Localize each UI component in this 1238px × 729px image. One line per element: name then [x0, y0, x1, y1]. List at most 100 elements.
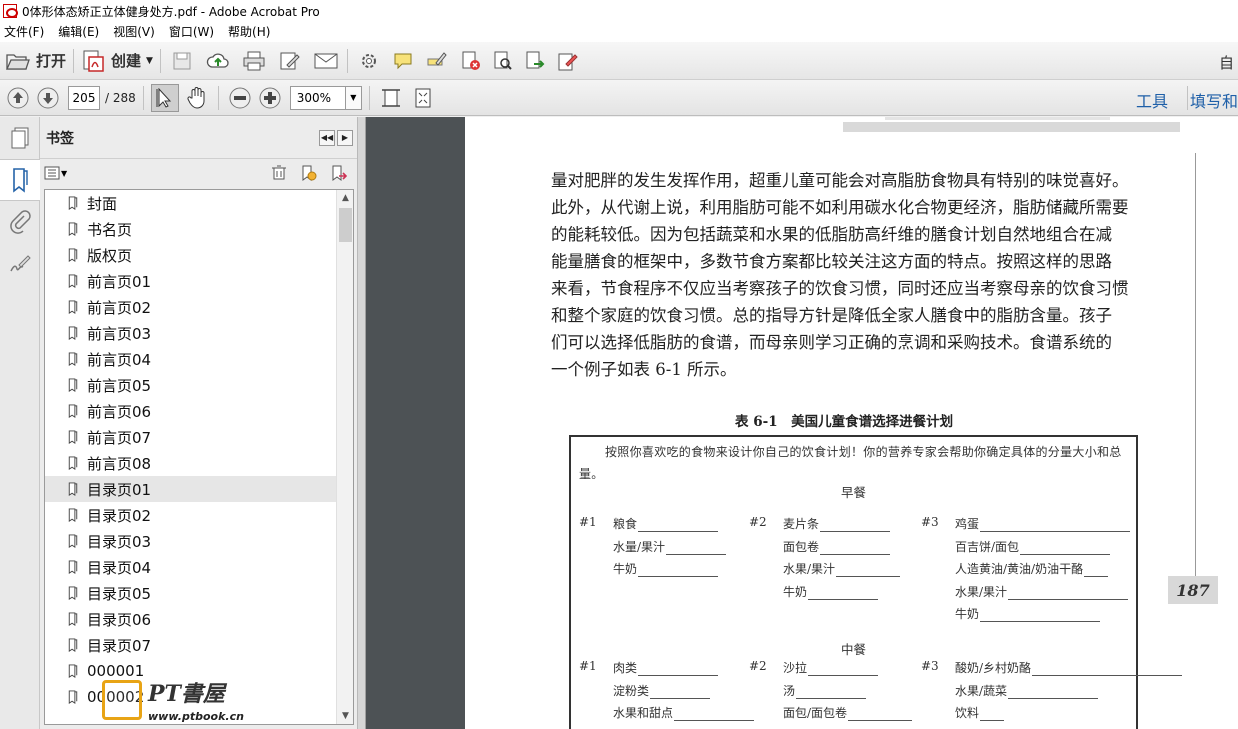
create-button[interactable]: 创建 ▼	[81, 46, 153, 76]
separator	[142, 85, 144, 110]
export-button[interactable]	[521, 47, 549, 75]
bookmark-item[interactable]: 版权页	[45, 242, 353, 268]
signatures-button[interactable]	[0, 243, 40, 285]
delete-pages-button[interactable]	[457, 47, 485, 75]
zoom-in-button[interactable]	[256, 84, 284, 112]
bookmark-item[interactable]: 目录页02	[45, 502, 353, 528]
bookmark-icon	[68, 585, 78, 600]
expand-panel-button[interactable]: ▶	[337, 129, 353, 146]
scroll-up-icon[interactable]: ▲	[337, 190, 353, 206]
header-rule	[843, 122, 1180, 132]
food-field: 饮料	[955, 704, 1005, 721]
previous-page-button[interactable]	[4, 84, 32, 112]
bookmark-icon	[68, 351, 78, 366]
bookmarks-panel: 书签 ◀◀ ▶ ▼ 封面 书名页 版权页 前言页01 前言页02 前言页03 前言页04 前言…	[40, 117, 358, 729]
menu-window[interactable]: 窗口(W)	[162, 22, 221, 42]
create-pdf-icon	[83, 50, 104, 72]
food-label: 粮食	[613, 517, 638, 531]
blank-line	[808, 664, 879, 676]
bookmark-label: 前言页06	[87, 402, 152, 421]
bookmark-icon	[68, 611, 78, 626]
bookmarks-button[interactable]	[0, 159, 40, 201]
separator	[159, 48, 161, 73]
food-label: 汤	[783, 683, 796, 698]
bookmark-icon	[68, 481, 78, 496]
bookmark-item[interactable]: 前言页08	[45, 450, 353, 476]
trash-icon[interactable]	[271, 164, 287, 180]
food-label: 牛奶	[955, 607, 980, 621]
highlight-button[interactable]	[423, 47, 451, 75]
bookmark-icon	[68, 325, 78, 340]
food-label: 肉类	[613, 661, 638, 675]
panel-tools: ▼	[40, 159, 357, 187]
next-page-button[interactable]	[34, 84, 62, 112]
bookmark-item[interactable]: 前言页06	[45, 398, 353, 424]
pages-icon	[11, 127, 29, 149]
blank-line	[638, 664, 719, 676]
bookmark-options-button[interactable]: ▼	[44, 166, 67, 180]
sign-button[interactable]	[553, 47, 581, 75]
save-button[interactable]	[168, 47, 196, 75]
fit-page-button[interactable]	[409, 84, 437, 112]
bookmark-item[interactable]: 目录页03	[45, 528, 353, 554]
expand-bookmark-icon[interactable]	[329, 164, 347, 182]
page-thumbnails-button[interactable]	[0, 117, 40, 159]
collapse-panel-button[interactable]: ◀◀	[319, 129, 335, 146]
comment-button[interactable]	[389, 47, 417, 75]
bookmark-item[interactable]: 前言页01	[45, 268, 353, 294]
bookmark-item[interactable]: 书名页	[45, 216, 353, 242]
search-pages-button[interactable]	[489, 47, 517, 75]
edit-document-icon	[280, 52, 300, 69]
separator	[73, 48, 75, 73]
scroll-down-icon[interactable]: ▼	[337, 708, 353, 724]
bookmark-item[interactable]: 目录页07	[45, 632, 353, 658]
bookmark-item[interactable]: 目录页06	[45, 606, 353, 632]
hand-tool-button[interactable]	[183, 84, 211, 112]
email-button[interactable]	[312, 47, 340, 75]
toolbar-right-label[interactable]: 自	[1219, 52, 1234, 73]
menu-view[interactable]: 视图(V)	[106, 22, 162, 42]
zoom-out-button[interactable]	[226, 84, 254, 112]
settings-button[interactable]	[355, 47, 383, 75]
bookmark-icon	[68, 637, 78, 652]
scroll-thumb[interactable]	[339, 208, 352, 242]
select-tool-button[interactable]	[150, 83, 179, 112]
panel-splitter[interactable]	[358, 117, 366, 729]
bookmark-item[interactable]: 前言页04	[45, 346, 353, 372]
open-button[interactable]: 打开	[6, 46, 66, 76]
blank-line	[1008, 687, 1099, 699]
bookmark-scrollbar[interactable]: ▲ ▼	[336, 190, 353, 724]
document-viewport[interactable]: 量对肥胖的发生发挥作用，超重儿童可能会对高脂肪食物具有特别的味觉喜好。 此外，从…	[366, 117, 1238, 729]
new-bookmark-icon[interactable]	[299, 164, 317, 182]
tools-link[interactable]: 工具	[1136, 88, 1168, 112]
upload-button[interactable]	[204, 47, 232, 75]
bookmark-item[interactable]: 目录页01	[45, 476, 336, 502]
print-button[interactable]	[240, 47, 268, 75]
bookmark-item[interactable]: 前言页05	[45, 372, 353, 398]
text-line: 量对肥胖的发生发挥作用，超重儿童可能会对高脂肪食物具有特别的味觉喜好。	[551, 171, 1129, 190]
bookmark-item[interactable]: 目录页04	[45, 554, 353, 580]
bookmark-icon	[68, 221, 78, 236]
bookmark-item[interactable]: 目录页05	[45, 580, 353, 606]
bookmark-item[interactable]: 前言页03	[45, 320, 353, 346]
blank-line	[1032, 664, 1183, 676]
page-number-input[interactable]: 205	[68, 85, 100, 110]
menu-help[interactable]: 帮助(H)	[221, 22, 277, 42]
zoom-dropdown-button[interactable]: ▼	[345, 85, 362, 110]
edit-button[interactable]	[276, 47, 304, 75]
menu-file[interactable]: 文件(F)	[0, 22, 51, 42]
bookmark-label: 前言页07	[87, 428, 152, 447]
menu-edit[interactable]: 编辑(E)	[51, 22, 106, 42]
attachments-button[interactable]	[0, 201, 40, 243]
zoom-level-input[interactable]: 300%	[289, 85, 346, 110]
bookmark-item[interactable]: 前言页02	[45, 294, 353, 320]
bookmark-item[interactable]: 封面	[45, 190, 353, 216]
food-field: 粮食	[613, 515, 719, 532]
fit-width-button[interactable]	[377, 84, 405, 112]
speech-bubble-icon	[394, 53, 412, 69]
bookmark-item[interactable]: 前言页07	[45, 424, 353, 450]
bookmark-icon	[68, 299, 78, 314]
food-label: 鸡蛋	[955, 517, 980, 531]
blank-line	[820, 520, 891, 532]
fill-sign-link[interactable]: 填写和	[1190, 88, 1238, 112]
